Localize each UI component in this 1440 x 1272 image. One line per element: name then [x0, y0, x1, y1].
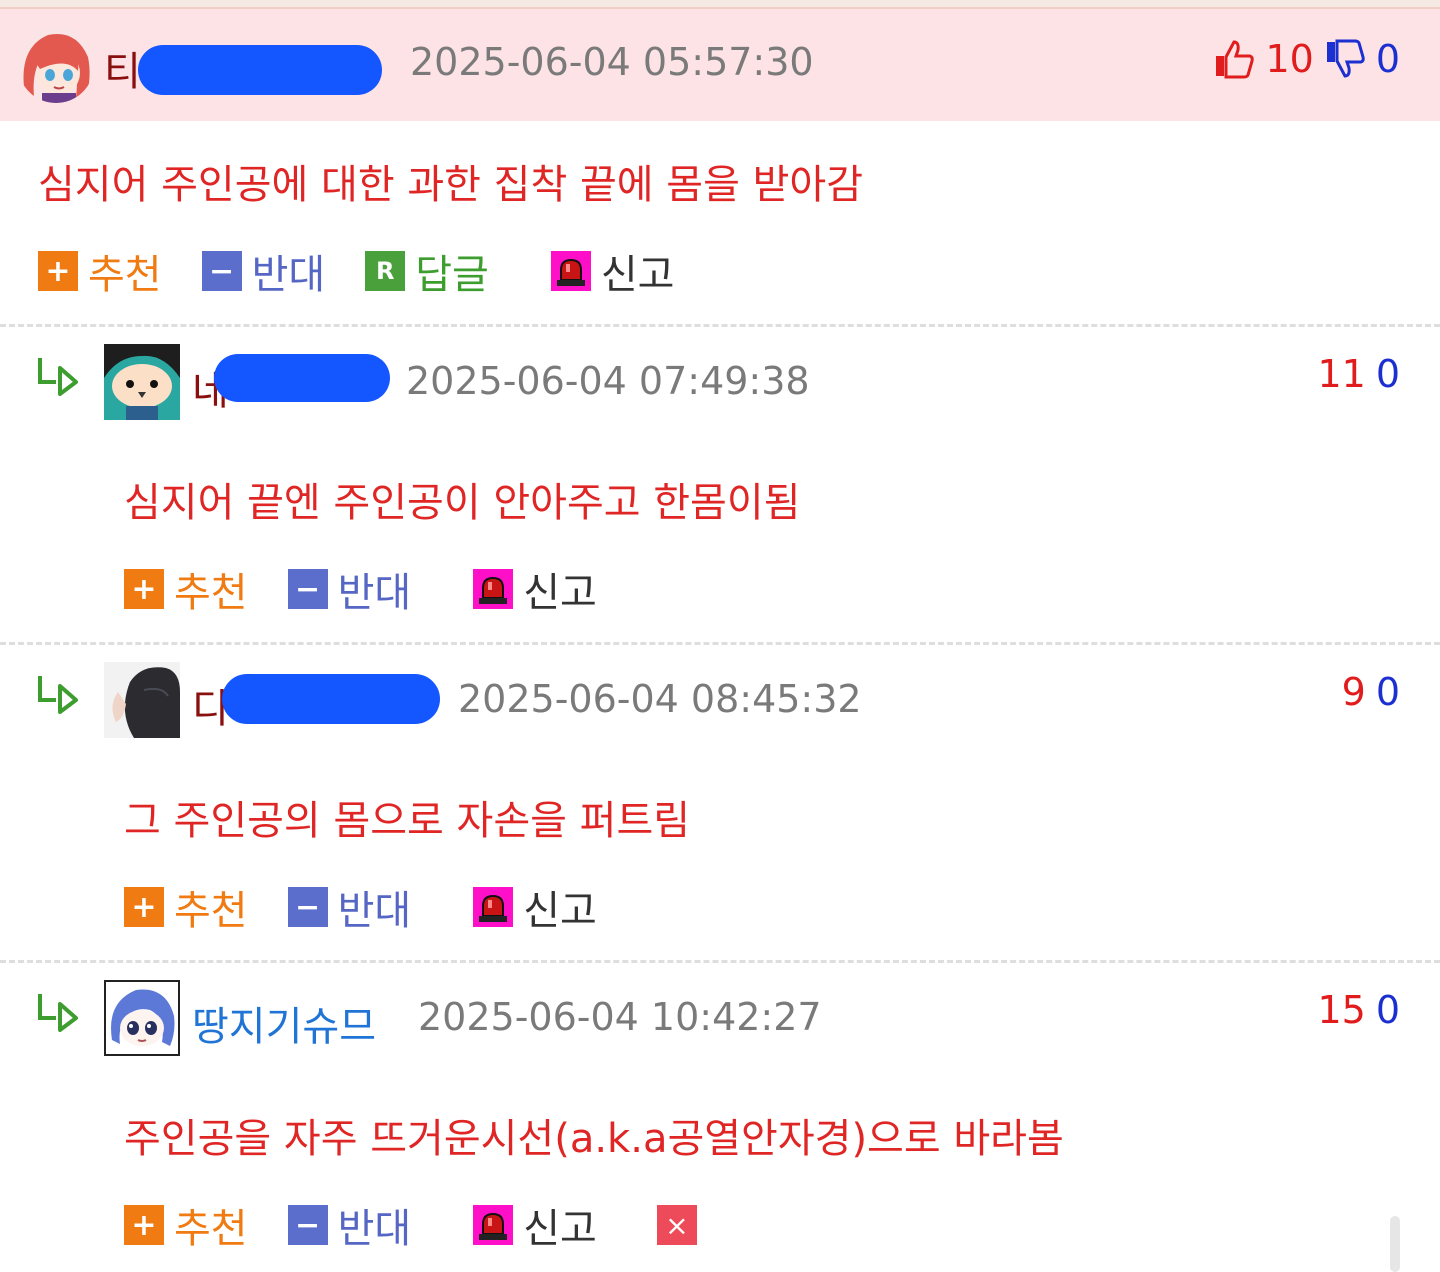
minus-icon: − [201, 251, 242, 291]
plus-icon: + [124, 569, 164, 609]
reply-arrow-icon [36, 674, 80, 714]
plus-icon: + [38, 251, 78, 291]
vote-counts: 15 0 [1317, 988, 1400, 1032]
recommend-label: 추천 [174, 888, 248, 934]
plus-icon: + [124, 1205, 164, 1245]
oppose-button[interactable]: − 반대 [287, 1196, 412, 1254]
reply-badge-icon: R [365, 251, 406, 291]
avatar[interactable] [104, 662, 180, 738]
comment-actions: + 추천 − 반대 신고 [124, 882, 637, 934]
comment-timestamp: 2025-06-04 10:42:27 [418, 995, 822, 1039]
oppose-label: 반대 [251, 252, 326, 298]
comment-timestamp: 2025-06-04 05:57:30 [410, 40, 814, 84]
report-button[interactable]: 신고 [473, 1196, 597, 1254]
comment-actions: + 추천 − 반대 신고 × [124, 1200, 737, 1252]
oppose-label: 반대 [337, 1206, 412, 1252]
delete-button[interactable]: × [656, 1205, 697, 1245]
oppose-button[interactable]: − 반대 [287, 560, 412, 618]
thumbs-up-icon[interactable] [1213, 38, 1255, 80]
downvote-count: 0 [1375, 37, 1400, 81]
report-label: 신고 [523, 888, 597, 934]
avatar[interactable] [18, 27, 94, 103]
oppose-label: 반대 [337, 888, 412, 934]
oppose-label: 반대 [337, 570, 412, 616]
redaction-scribble [138, 45, 382, 95]
recommend-button[interactable]: + 추천 [124, 878, 248, 936]
downvote-count: 0 [1375, 670, 1400, 714]
upvote-count: 9 [1341, 670, 1366, 714]
reply-arrow-icon [36, 356, 80, 396]
downvote-count: 0 [1375, 352, 1400, 396]
upvote-count: 15 [1317, 988, 1366, 1032]
report-button[interactable]: 신고 [473, 560, 597, 618]
downvote-count: 0 [1375, 988, 1400, 1032]
reply-label: 답글 [415, 252, 489, 298]
comment-text: 심지어 주인공에 대한 과한 집착 끝에 몸을 받아감 [38, 162, 864, 208]
siren-icon [473, 887, 514, 927]
oppose-button[interactable]: − 반대 [201, 242, 326, 300]
plus-icon: + [124, 887, 164, 927]
siren-icon [550, 251, 591, 291]
scrollbar[interactable] [1390, 1216, 1400, 1272]
minus-icon: − [287, 887, 328, 927]
recommend-button[interactable]: + 추천 [124, 1196, 248, 1254]
reply-arrow-icon [36, 992, 80, 1032]
comment-text: 주인공을 자주 뜨거운시선(a.k.a공열안자경)으로 바라봄 [124, 1116, 1064, 1162]
minus-icon: − [287, 1205, 328, 1245]
recommend-button[interactable]: + 추천 [38, 242, 162, 300]
vote-counts: 9 0 [1342, 670, 1400, 714]
redaction-scribble [214, 354, 390, 402]
upvote-count: 11 [1317, 352, 1366, 396]
recommend-label: 추천 [174, 570, 248, 616]
siren-icon [473, 1205, 514, 1245]
comment-divider [0, 324, 1440, 327]
comment-actions: + 추천 − 반대 R 답글 신고 [38, 246, 714, 298]
comment-actions: + 추천 − 반대 신고 [124, 564, 637, 616]
recommend-label: 추천 [174, 1206, 248, 1252]
nickname[interactable]: 땅지기슈므 [192, 994, 376, 1052]
comment-text: 그 주인공의 몸으로 자손을 퍼트림 [124, 798, 691, 844]
siren-icon [473, 569, 514, 609]
upvote-count: 10 [1265, 37, 1314, 81]
avatar[interactable] [104, 980, 180, 1056]
oppose-button[interactable]: − 반대 [287, 878, 412, 936]
recommend-label: 추천 [88, 252, 162, 298]
thumbs-down-icon[interactable] [1324, 38, 1366, 80]
nickname[interactable]: 티 [104, 39, 141, 97]
vote-counts: 10 0 [1213, 37, 1400, 81]
report-label: 신고 [600, 252, 675, 298]
report-label: 신고 [523, 1206, 597, 1252]
comment-divider [0, 960, 1440, 963]
comment-text: 심지어 끝엔 주인공이 안아주고 한몸이됨 [124, 480, 801, 526]
comment-timestamp: 2025-06-04 07:49:38 [406, 359, 810, 403]
reply-button[interactable]: R 답글 [365, 242, 489, 300]
comment-divider [0, 642, 1440, 645]
top-border [0, 0, 1440, 9]
close-icon: × [656, 1205, 697, 1245]
vote-counts: 11 0 [1317, 352, 1400, 396]
minus-icon: − [287, 569, 328, 609]
redaction-scribble [222, 674, 440, 724]
report-label: 신고 [523, 570, 597, 616]
report-button[interactable]: 신고 [473, 878, 597, 936]
avatar[interactable] [104, 344, 180, 420]
recommend-button[interactable]: + 추천 [124, 560, 248, 618]
report-button[interactable]: 신고 [550, 242, 675, 300]
comment-timestamp: 2025-06-04 08:45:32 [458, 677, 862, 721]
